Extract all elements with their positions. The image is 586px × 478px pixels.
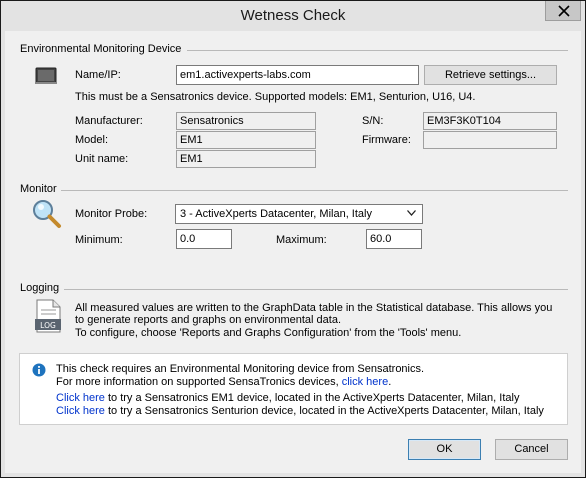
info-line2: For more information on supported SensaT… [56,376,392,388]
supported-devices-link[interactable]: click here [342,376,388,388]
info-line4-text: to try a Sensatronics Senturion device, … [107,405,544,417]
close-icon [558,5,570,17]
ok-button[interactable]: OK [408,439,481,460]
window-title: Wetness Check [240,7,346,24]
info-line1: This check requires an Environmental Mon… [56,363,425,375]
magnifier-icon [31,198,63,233]
maximum-input[interactable]: 60.0 [366,229,422,249]
unit-name-field: EM1 [176,150,316,168]
sn-label: S/N: [362,115,384,127]
name-ip-label: Name/IP: [75,69,121,81]
info-line2-text: For more information on supported SensaT… [56,376,339,388]
sn-field: EM3F3K0T104 [423,112,557,130]
manufacturer-label: Manufacturer: [75,115,143,127]
logging-text-line1: All measured values are written to the G… [75,302,553,314]
info-panel: This check requires an Environmental Mon… [19,353,568,425]
logging-section-divider [64,289,568,290]
monitor-probe-value: 3 - ActiveXperts Datacenter, Milan, Ital… [180,208,372,220]
name-ip-input[interactable]: em1.activexperts-labs.com [176,65,419,85]
logging-text-line3: To configure, choose 'Reports and Graphs… [75,327,462,339]
device-section-divider [187,50,568,51]
device-icon [34,67,58,88]
info-icon [32,363,46,380]
info-line3-text: to try a Sensatronics EM1 device, locate… [107,392,520,404]
minimum-label: Minimum: [75,234,123,246]
title-bar: Wetness Check [1,1,585,31]
device-section-title: Environmental Monitoring Device [20,43,182,55]
minimum-input[interactable]: 0.0 [176,229,232,249]
try-senturion-link[interactable]: Click here [56,405,105,417]
try-em1-link[interactable]: Click here [56,392,105,404]
retrieve-settings-button[interactable]: Retrieve settings... [424,65,557,85]
logging-section-title: Logging [20,282,60,294]
cancel-button[interactable]: Cancel [495,439,568,460]
close-button[interactable] [545,1,581,21]
maximum-label: Maximum: [276,234,327,246]
info-line3: Click here to try a Sensatronics EM1 dev… [56,392,519,404]
monitor-section-divider [61,190,568,191]
model-label: Model: [75,134,109,146]
dialog-window: Wetness Check Environmental Monitoring D… [0,0,586,478]
firmware-field [423,131,557,149]
monitor-probe-label: Monitor Probe: [75,208,148,220]
chevron-down-icon [407,210,416,216]
device-note: This must be a Sensatronics device. Supp… [75,91,476,103]
manufacturer-field: Sensatronics [176,112,316,130]
svg-text:LOG: LOG [40,321,56,330]
unit-name-label: Unit name: [75,153,129,165]
monitor-probe-select[interactable]: 3 - ActiveXperts Datacenter, Milan, Ital… [175,204,423,224]
monitor-section-title: Monitor [20,183,57,195]
log-file-icon: LOG [34,299,62,336]
model-field: EM1 [176,131,316,149]
logging-text-line2: to generate reports and graphs on enviro… [75,314,342,326]
info-line4: Click here to try a Sensatronics Senturi… [56,405,544,417]
firmware-label: Firmware: [362,134,411,146]
